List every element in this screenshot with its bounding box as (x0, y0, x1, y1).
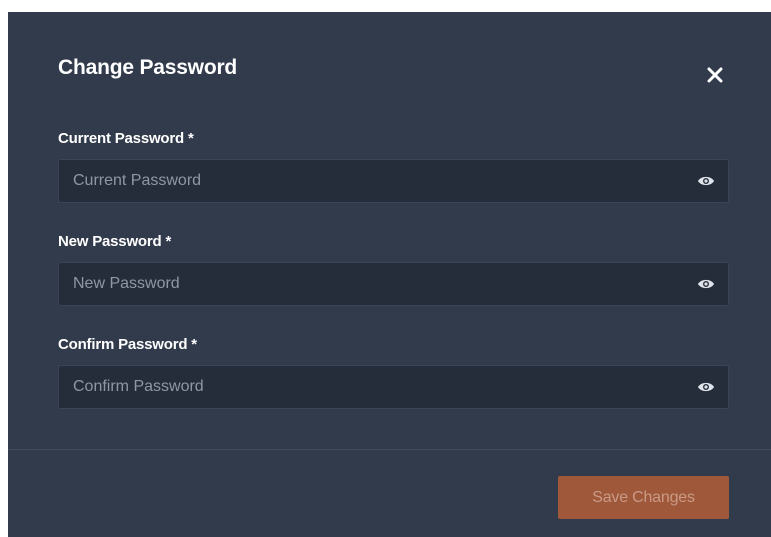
eye-icon (698, 382, 714, 392)
close-button[interactable] (702, 62, 728, 88)
eye-icon (698, 279, 714, 289)
current-password-field-wrapper (58, 159, 729, 203)
dialog-title: Change Password (58, 56, 238, 79)
current-password-label: Current Password * (58, 130, 194, 147)
footer-divider (8, 449, 771, 450)
toggle-confirm-password-visibility[interactable] (684, 366, 728, 408)
toggle-current-password-visibility[interactable] (684, 160, 728, 202)
confirm-password-field-wrapper (58, 365, 729, 409)
save-changes-button[interactable]: Save Changes (558, 476, 729, 519)
change-password-dialog: Change Password Current Password * New P… (8, 12, 771, 537)
confirm-password-label: Confirm Password * (58, 336, 197, 353)
eye-icon (698, 176, 714, 186)
confirm-password-input[interactable] (59, 366, 679, 408)
toggle-new-password-visibility[interactable] (684, 263, 728, 305)
close-icon (707, 67, 723, 83)
new-password-field-wrapper (58, 262, 729, 306)
new-password-label: New Password * (58, 233, 172, 250)
current-password-input[interactable] (59, 160, 679, 202)
new-password-input[interactable] (59, 263, 679, 305)
